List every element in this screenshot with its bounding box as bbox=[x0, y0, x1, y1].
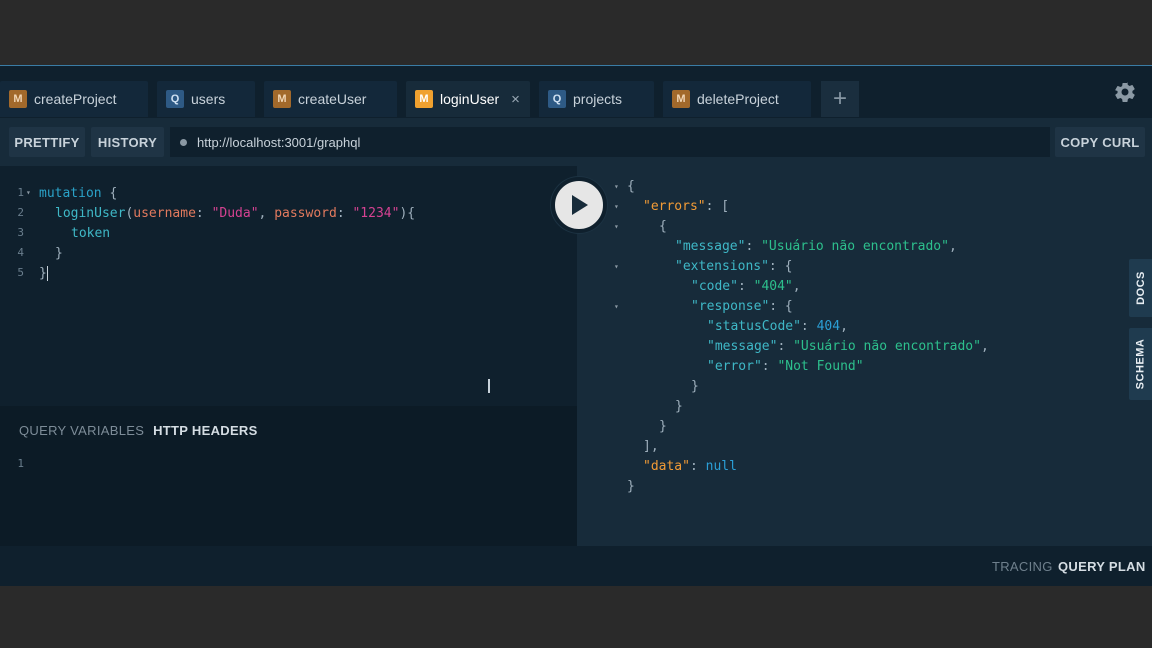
footer: TRACING QUERY PLAN bbox=[0, 546, 1152, 586]
json-line: "error": "Not Found" bbox=[707, 359, 864, 374]
tab-label: projects bbox=[573, 91, 623, 107]
tab-label: users bbox=[191, 91, 226, 107]
fold-arrow-icon[interactable]: ▾ bbox=[614, 257, 619, 277]
fold-arrow-icon[interactable]: ▾ bbox=[26, 183, 31, 203]
code-line: mutation { bbox=[39, 186, 118, 201]
mutation-badge: M bbox=[415, 90, 433, 108]
query-plan-tab[interactable]: QUERY PLAN bbox=[1058, 559, 1146, 574]
query-badge: Q bbox=[548, 90, 566, 108]
tab-loginuser[interactable]: M loginUser × bbox=[406, 81, 530, 117]
toolbar: PRETTIFY HISTORY http://localhost:3001/g… bbox=[0, 118, 1152, 166]
tab-projects[interactable]: Q projects bbox=[539, 81, 654, 117]
line-number: 3 bbox=[17, 226, 24, 239]
fold-arrow-icon[interactable]: ▾ bbox=[614, 177, 619, 197]
execute-query-button[interactable] bbox=[551, 177, 607, 233]
json-line: "data": null bbox=[643, 459, 737, 474]
text-caret bbox=[46, 266, 48, 281]
code-line: } bbox=[55, 246, 63, 261]
endpoint-url-input[interactable]: http://localhost:3001/graphql bbox=[170, 127, 1050, 157]
play-icon bbox=[572, 195, 588, 215]
json-line: "errors": [ bbox=[643, 199, 730, 214]
json-line: "message": "Usuário não encontrado", bbox=[675, 239, 957, 254]
graphql-playground: M createProject Q users M createUser M l… bbox=[0, 65, 1152, 586]
code-line: token bbox=[71, 226, 111, 241]
close-icon[interactable]: × bbox=[511, 91, 520, 108]
variables-pane: QUERY VARIABLES HTTP HEADERS 1 bbox=[0, 406, 577, 546]
gear-icon[interactable] bbox=[1113, 80, 1137, 104]
code-line: } bbox=[39, 266, 48, 281]
mutation-badge: M bbox=[9, 90, 27, 108]
variables-header: QUERY VARIABLES HTTP HEADERS bbox=[19, 423, 258, 438]
json-line: } bbox=[659, 419, 667, 434]
line-number: 1 bbox=[17, 457, 24, 470]
tab-http-headers[interactable]: HTTP HEADERS bbox=[153, 423, 257, 438]
json-line: "response": { bbox=[691, 299, 793, 314]
fold-arrow-icon[interactable]: ▾ bbox=[614, 217, 619, 237]
line-number: 1 bbox=[17, 186, 24, 199]
json-line: } bbox=[675, 399, 683, 414]
tab-label: createProject bbox=[34, 91, 117, 107]
tab-createproject[interactable]: M createProject bbox=[0, 81, 148, 117]
docs-tab-label: DOCS bbox=[1134, 271, 1147, 305]
fold-arrow-icon[interactable]: ▾ bbox=[614, 297, 619, 317]
mutation-badge: M bbox=[273, 90, 291, 108]
tab-users[interactable]: Q users bbox=[157, 81, 255, 117]
line-number: 4 bbox=[17, 246, 24, 259]
line-number: 2 bbox=[17, 206, 24, 219]
tracing-tab[interactable]: TRACING bbox=[992, 559, 1053, 574]
json-line: { bbox=[659, 219, 667, 234]
json-line: "message": "Usuário não encontrado", bbox=[707, 339, 989, 354]
tab-bar: M createProject Q users M createUser M l… bbox=[0, 66, 1152, 118]
tab-query-variables[interactable]: QUERY VARIABLES bbox=[19, 423, 144, 438]
prettify-button[interactable]: PRETTIFY bbox=[9, 127, 85, 157]
json-line: "code": "404", bbox=[691, 279, 801, 294]
copy-curl-button[interactable]: COPY CURL bbox=[1055, 127, 1145, 157]
json-line: } bbox=[627, 479, 635, 494]
json-line: "extensions": { bbox=[675, 259, 793, 274]
history-button[interactable]: HISTORY bbox=[91, 127, 164, 157]
code-line: loginUser(username: "Duda", password: "1… bbox=[55, 206, 416, 221]
schema-tab[interactable]: SCHEMA bbox=[1129, 328, 1152, 400]
tab-label: loginUser bbox=[440, 91, 500, 107]
docs-tab[interactable]: DOCS bbox=[1129, 259, 1152, 317]
json-line: { bbox=[627, 179, 635, 194]
tab-label: createUser bbox=[298, 91, 367, 107]
fold-arrow-icon[interactable]: ▾ bbox=[614, 197, 619, 217]
line-number: 5 bbox=[17, 266, 24, 279]
tab-label: deleteProject bbox=[697, 91, 779, 107]
query-badge: Q bbox=[166, 90, 184, 108]
tab-deleteproject[interactable]: M deleteProject bbox=[663, 81, 811, 117]
tab-createuser[interactable]: M createUser bbox=[264, 81, 397, 117]
json-line: } bbox=[691, 379, 699, 394]
result-pane: ▾ ▾ ▾ ▾ ▾ { "errors": [ { "message": "Us… bbox=[577, 166, 1152, 546]
mutation-badge: M bbox=[672, 90, 690, 108]
json-line: ], bbox=[643, 439, 659, 454]
query-editor[interactable]: 1 ▾ 2 3 4 5 mutation { loginUser(usernam… bbox=[0, 166, 577, 406]
i-beam-cursor-icon bbox=[488, 379, 490, 393]
schema-tab-label: SCHEMA bbox=[1134, 338, 1147, 390]
json-line: "statusCode": 404, bbox=[707, 319, 848, 334]
add-tab-button[interactable]: + bbox=[821, 81, 859, 117]
endpoint-url: http://localhost:3001/graphql bbox=[197, 134, 361, 150]
status-dot-icon bbox=[180, 138, 187, 146]
